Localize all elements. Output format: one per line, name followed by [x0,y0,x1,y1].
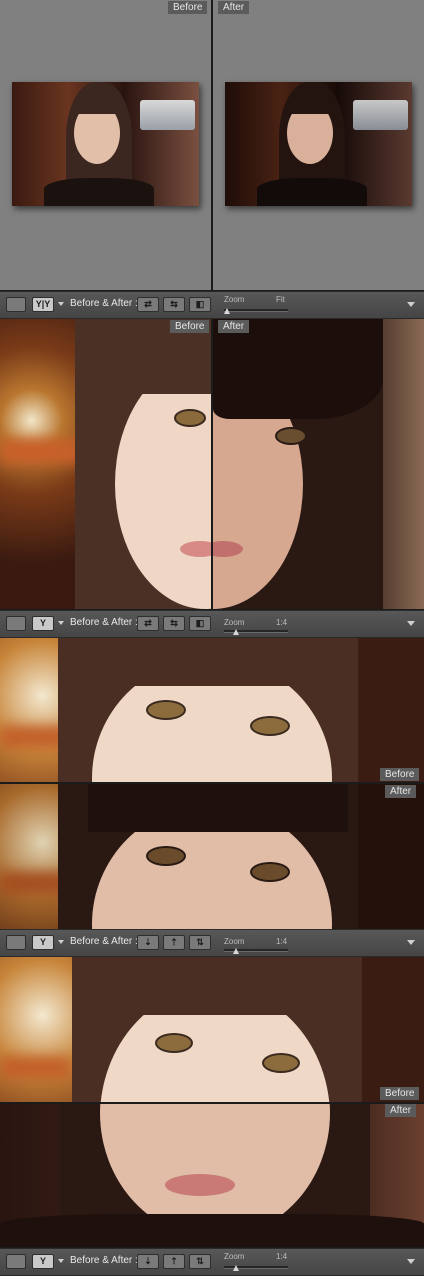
before-after-label: Before & After : [70,936,138,947]
toggle-settings-icon: ◧ [195,618,205,628]
eye [250,716,290,736]
before-after-label: Before & After : [70,1255,138,1266]
toolbar-menu-icon[interactable] [407,940,415,945]
copy-settings-button[interactable]: ⇡ [163,935,185,950]
zoom-slider-knob[interactable] [224,308,230,314]
swap-settings-button[interactable]: ⇄ [137,297,159,312]
before-after-view-icon: Y [39,937,46,947]
before-after-view-icon: Y [39,1256,46,1266]
after-split-pane[interactable] [213,319,424,609]
before-after-top-bottom: Before After [0,638,424,929]
before-after-label: Before & After : [70,617,138,628]
swap-settings-button[interactable]: ⇄ [137,616,159,631]
eye [174,409,206,427]
copy-settings-icon: ⇆ [170,618,178,628]
before-after-side-by-side-fit: Before After [0,0,424,290]
before-after-label: Before & After : [70,298,138,309]
after-label: After [218,1,250,14]
before-after-view-icon: Y|Y [35,299,51,309]
toggle-settings-button[interactable]: ◧ [189,616,211,631]
before-label: Before [168,1,208,14]
copy-settings-button[interactable]: ⇆ [163,616,185,631]
zoom-slider-knob[interactable] [233,1265,239,1271]
zoom-value[interactable]: 1:4 [276,1252,287,1261]
zoom-value[interactable]: Fit [276,295,285,304]
before-top-split-pane[interactable] [0,957,424,1102]
after-label: After [385,1104,417,1117]
before-top-pane[interactable] [0,638,424,782]
view-mode-chevron-icon[interactable] [58,940,64,944]
toggle-settings-icon: ⇅ [196,1256,204,1266]
loupe-view-button[interactable] [6,1254,26,1269]
after-bottom-pane[interactable] [0,784,424,929]
swap-settings-button[interactable]: ⇣ [137,935,159,950]
before-label: Before [380,1087,420,1100]
toggle-settings-button[interactable]: ⇅ [189,935,211,950]
before-after-toolbar: Y Before & After : ⇄ ⇆ ◧ Zoom 1:4 [0,610,424,638]
before-after-toolbar: Y Before & After : ⇣ ⇡ ⇅ Zoom 1:4 [0,929,424,957]
copy-settings-button[interactable]: ⇆ [163,297,185,312]
toolbar-menu-icon[interactable] [407,621,415,626]
zoom-label: Zoom [224,937,245,946]
eye [146,846,186,866]
before-after-view-button[interactable]: Y [32,935,54,950]
toggle-settings-button[interactable]: ◧ [189,297,211,312]
zoom-label: Zoom [224,295,245,304]
before-pane [0,0,211,290]
after-label: After [218,320,250,333]
after-photo-thumbnail[interactable] [225,82,412,206]
loupe-view-button[interactable] [6,616,26,631]
before-after-toolbar: Y|Y Before & After : ⇄ ⇆ ◧ Zoom Fit [0,291,424,319]
view-mode-chevron-icon[interactable] [58,302,64,306]
zoom-slider-knob[interactable] [233,629,239,635]
toggle-settings-icon: ⇅ [196,937,204,947]
before-label: Before [170,320,210,333]
loupe-view-button[interactable] [6,935,26,950]
copy-settings-button[interactable]: ⇡ [163,1254,185,1269]
eye [275,427,307,445]
after-label: After [385,785,417,798]
before-split-pane[interactable] [0,319,211,609]
eye [250,862,290,882]
toggle-settings-icon: ◧ [195,299,205,309]
swap-settings-button[interactable]: ⇣ [137,1254,159,1269]
before-after-view-button[interactable]: Y|Y [32,297,54,312]
swap-settings-icon: ⇣ [144,1256,152,1266]
after-pane [213,0,424,290]
zoom-slider[interactable] [224,309,288,312]
before-after-toolbar: Y Before & After : ⇣ ⇡ ⇅ Zoom 1:4 [0,1248,424,1276]
before-after-top-bottom-split: Before After [0,957,424,1247]
toolbar-menu-icon[interactable] [407,1259,415,1264]
eye [146,700,186,720]
view-mode-chevron-icon[interactable] [58,1259,64,1263]
copy-settings-icon: ⇡ [170,1256,178,1266]
zoom-value[interactable]: 1:4 [276,937,287,946]
lips [165,1174,235,1196]
after-bottom-split-pane[interactable] [0,1104,424,1247]
copy-settings-icon: ⇆ [170,299,178,309]
before-label: Before [380,768,420,781]
view-mode-chevron-icon[interactable] [58,621,64,625]
toggle-settings-button[interactable]: ⇅ [189,1254,211,1269]
zoom-slider-knob[interactable] [233,948,239,954]
eye [262,1053,300,1073]
before-after-split-zoomed: Before After [0,319,424,609]
eye [155,1033,193,1053]
swap-settings-icon: ⇣ [144,937,152,947]
before-after-view-button[interactable]: Y [32,1254,54,1269]
zoom-label: Zoom [224,1252,245,1261]
swap-settings-icon: ⇄ [144,299,152,309]
copy-settings-icon: ⇡ [170,937,178,947]
swap-settings-icon: ⇄ [144,618,152,628]
loupe-view-button[interactable] [6,297,26,312]
zoom-label: Zoom [224,618,245,627]
before-after-view-button[interactable]: Y [32,616,54,631]
before-photo-thumbnail[interactable] [12,82,199,206]
before-after-view-icon: Y [39,618,46,628]
toolbar-menu-icon[interactable] [407,302,415,307]
zoom-value[interactable]: 1:4 [276,618,287,627]
